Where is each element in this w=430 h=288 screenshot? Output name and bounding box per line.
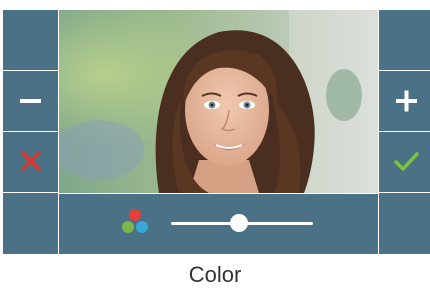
blank-button-bottom-right[interactable] (379, 193, 430, 254)
color-adjust-bar (59, 194, 378, 254)
color-dots-icon (122, 209, 148, 233)
blank-button-top-right[interactable] (379, 10, 430, 70)
blank-button-bottom-left[interactable] (3, 193, 58, 254)
right-button-column (379, 10, 430, 254)
plus-icon (396, 90, 417, 112)
color-slider-handle[interactable] (230, 214, 249, 232)
confirm-button[interactable] (379, 132, 430, 192)
minus-icon (20, 99, 41, 103)
screen-caption: Color (188, 262, 242, 287)
plus-button[interactable] (379, 71, 430, 131)
intercom-screen (0, 0, 430, 254)
check-icon (394, 152, 419, 171)
visitor-portrait-image (59, 10, 378, 193)
minus-button[interactable] (3, 71, 58, 131)
cancel-button[interactable] (3, 132, 58, 192)
left-button-column (3, 10, 58, 254)
camera-video-feed (59, 10, 378, 193)
blank-button-top-left[interactable] (3, 10, 58, 70)
close-icon (21, 151, 41, 171)
